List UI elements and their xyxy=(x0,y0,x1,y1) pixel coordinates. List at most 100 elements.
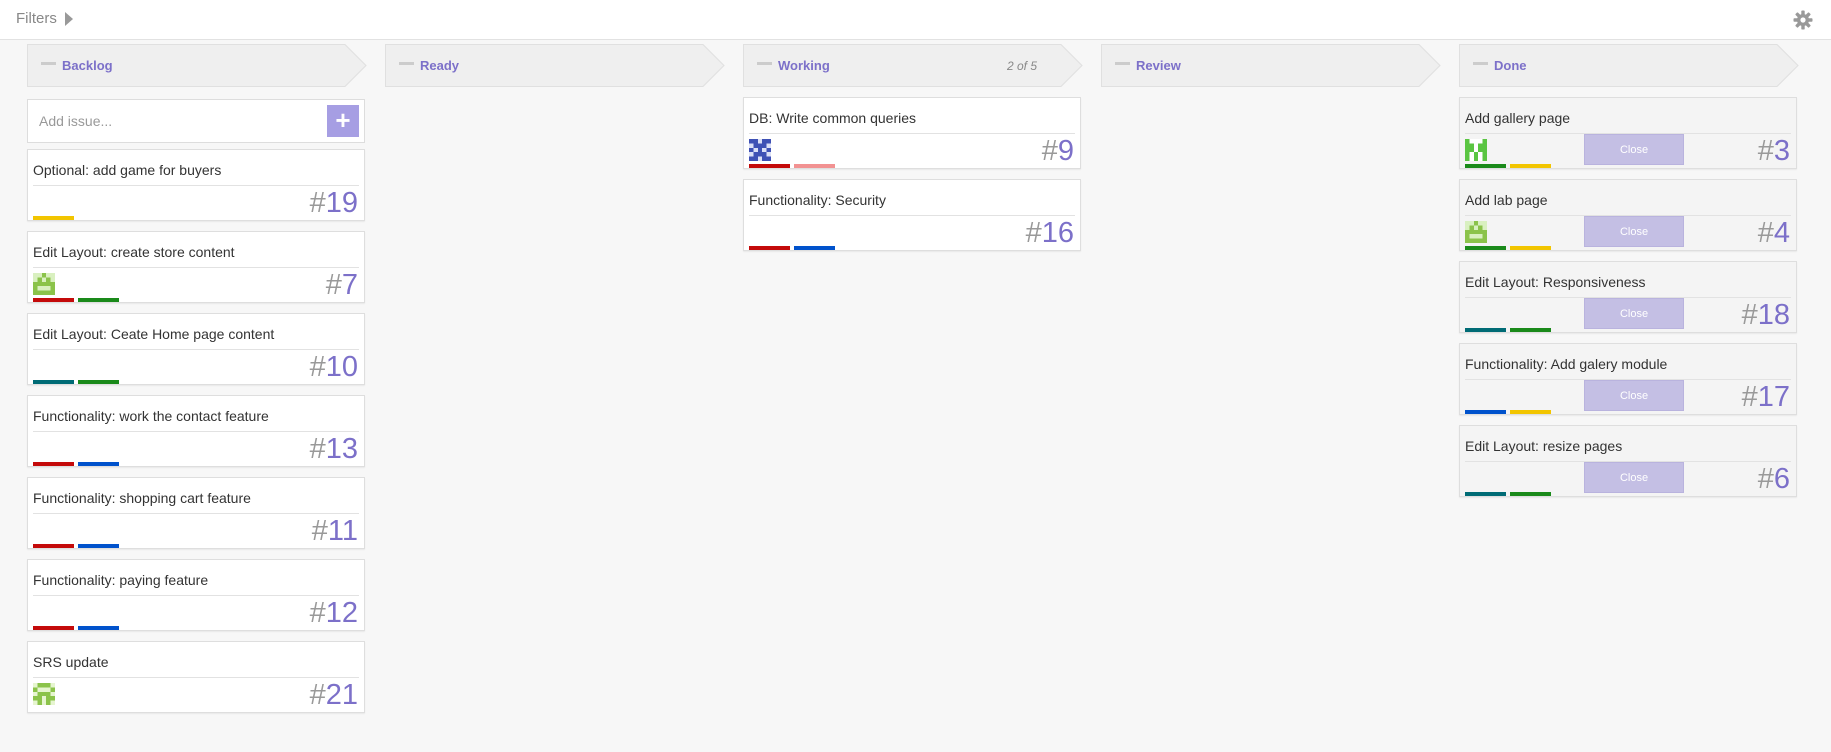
issue-number-value: 18 xyxy=(1757,299,1790,331)
issue-card[interactable]: Functionality: work the contact feature #… xyxy=(27,395,365,467)
close-issue-button[interactable]: Close xyxy=(1584,462,1684,493)
issue-number[interactable]: #19 xyxy=(310,187,358,219)
column-header[interactable]: Ready xyxy=(385,44,725,87)
hash-symbol: # xyxy=(309,351,326,383)
collapse-icon[interactable] xyxy=(1115,62,1130,65)
assignee-avatar[interactable] xyxy=(1465,139,1487,161)
hash-symbol: # xyxy=(1025,217,1042,249)
issue-title[interactable]: Optional: add game for buyers xyxy=(33,162,221,178)
issue-title[interactable]: Add lab page xyxy=(1465,192,1548,208)
column-header[interactable]: Working 2 of 5 xyxy=(743,44,1083,87)
wip-limit: 2 of 5 xyxy=(1006,59,1037,73)
issue-card[interactable]: Edit Layout: create store content #7 xyxy=(27,231,365,303)
issue-number[interactable]: #4 xyxy=(1758,217,1790,249)
hash-symbol: # xyxy=(309,433,326,465)
issue-card[interactable]: Functionality: shopping cart feature #11 xyxy=(27,477,365,549)
collapse-icon[interactable] xyxy=(41,62,56,65)
issue-card[interactable]: Edit Layout: Responsiveness Close #18 xyxy=(1459,261,1797,333)
issue-title[interactable]: Edit Layout: Responsiveness xyxy=(1465,274,1646,290)
label-chip xyxy=(794,246,835,250)
issue-title[interactable]: SRS update xyxy=(33,654,109,670)
issue-number-value: 10 xyxy=(325,351,358,383)
label-bar xyxy=(1465,328,1551,332)
issue-number[interactable]: #9 xyxy=(1042,135,1074,167)
card-divider xyxy=(33,185,359,186)
hash-symbol: # xyxy=(1741,381,1758,413)
issue-card[interactable]: DB: Write common queries #9 xyxy=(743,97,1081,169)
issue-card[interactable]: SRS update #21 xyxy=(27,641,365,713)
label-bar xyxy=(33,298,119,302)
collapse-icon[interactable] xyxy=(399,62,414,65)
issue-card[interactable]: Edit Layout: resize pages Close #6 xyxy=(1459,425,1797,497)
close-issue-button[interactable]: Close xyxy=(1584,134,1684,165)
issue-card[interactable]: Optional: add game for buyers #19 xyxy=(27,149,365,221)
column-header[interactable]: Review xyxy=(1101,44,1441,87)
card-divider xyxy=(33,267,359,268)
label-chip xyxy=(1465,246,1506,250)
assignee-avatar[interactable] xyxy=(749,139,771,161)
hash-symbol: # xyxy=(1041,135,1058,167)
issue-number[interactable]: #10 xyxy=(310,351,358,383)
issue-number[interactable]: #12 xyxy=(310,597,358,629)
issue-title[interactable]: Functionality: Add galery module xyxy=(1465,356,1667,372)
issue-title[interactable]: Functionality: work the contact feature xyxy=(33,408,269,424)
label-chip xyxy=(1465,492,1506,496)
column-header[interactable]: Done xyxy=(1459,44,1799,87)
label-chip xyxy=(1510,164,1551,168)
assignee-avatar[interactable] xyxy=(1465,221,1487,243)
issue-title[interactable]: Functionality: paying feature xyxy=(33,572,208,588)
close-issue-button[interactable]: Close xyxy=(1584,380,1684,411)
issue-number[interactable]: #11 xyxy=(312,515,358,547)
column-header[interactable]: Backlog xyxy=(27,44,367,87)
add-issue-button[interactable]: + xyxy=(327,105,359,137)
issue-card[interactable]: Add gallery page Close #3 xyxy=(1459,97,1797,169)
issue-number[interactable]: #18 xyxy=(1742,299,1790,331)
issue-card[interactable]: Functionality: paying feature #12 xyxy=(27,559,365,631)
column-done: Done Add gallery page Close #3 Add lab page C… xyxy=(1459,44,1799,752)
assignee-avatar[interactable] xyxy=(33,273,55,295)
column-working: Working 2 of 5 DB: Write common queries #9 F… xyxy=(743,44,1083,752)
issue-card[interactable]: Add lab page Close #4 xyxy=(1459,179,1797,251)
add-issue-input[interactable] xyxy=(39,109,299,133)
label-chip xyxy=(1465,164,1506,168)
issue-number[interactable]: #17 xyxy=(1742,381,1790,413)
plus-icon: + xyxy=(335,105,351,135)
issue-title[interactable]: Edit Layout: Ceate Home page content xyxy=(33,326,274,342)
issue-number[interactable]: #3 xyxy=(1758,135,1790,167)
issue-number[interactable]: #16 xyxy=(1026,217,1074,249)
label-chip xyxy=(78,544,119,548)
filters-label: Filters xyxy=(16,10,57,27)
issue-card[interactable]: Functionality: Add galery module Close #17 xyxy=(1459,343,1797,415)
assignee-avatar[interactable] xyxy=(33,683,55,705)
issue-card[interactable]: Edit Layout: Ceate Home page content #10 xyxy=(27,313,365,385)
label-bar xyxy=(1465,410,1551,414)
issue-title[interactable]: DB: Write common queries xyxy=(749,110,916,126)
hash-symbol: # xyxy=(1757,135,1774,167)
hash-symbol: # xyxy=(309,679,326,711)
filters-toggle[interactable]: Filters xyxy=(16,10,73,27)
issue-title[interactable]: Functionality: shopping cart feature xyxy=(33,490,251,506)
label-chip xyxy=(33,298,74,302)
issue-title[interactable]: Edit Layout: create store content xyxy=(33,244,235,260)
close-issue-button[interactable]: Close xyxy=(1584,216,1684,247)
close-issue-button[interactable]: Close xyxy=(1584,298,1684,329)
issue-number[interactable]: #6 xyxy=(1758,463,1790,495)
label-bar xyxy=(1465,492,1551,496)
issue-title[interactable]: Edit Layout: resize pages xyxy=(1465,438,1622,454)
issue-number[interactable]: #7 xyxy=(326,269,358,301)
issue-number[interactable]: #21 xyxy=(310,679,358,711)
collapse-icon[interactable] xyxy=(1473,62,1488,65)
issue-number[interactable]: #13 xyxy=(310,433,358,465)
issue-card[interactable]: Functionality: Security #16 xyxy=(743,179,1081,251)
gear-icon[interactable] xyxy=(1793,10,1813,30)
hash-symbol: # xyxy=(309,597,326,629)
card-divider xyxy=(749,133,1075,134)
issue-title[interactable]: Add gallery page xyxy=(1465,110,1570,126)
label-chip xyxy=(1510,492,1551,496)
label-chip xyxy=(749,246,790,250)
label-bar xyxy=(749,246,835,250)
issue-number-value: 6 xyxy=(1773,463,1790,495)
card-divider xyxy=(33,513,359,514)
issue-title[interactable]: Functionality: Security xyxy=(749,192,886,208)
collapse-icon[interactable] xyxy=(757,62,772,65)
